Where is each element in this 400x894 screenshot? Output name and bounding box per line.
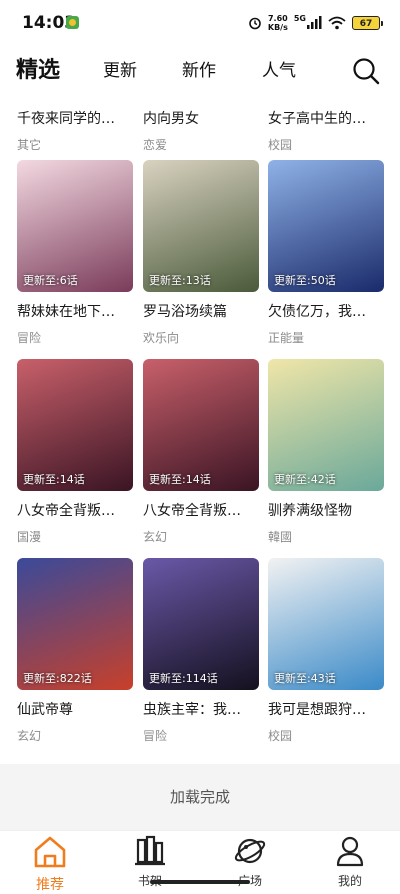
comic-cover[interactable]: 更新至:114话 (143, 558, 259, 690)
update-badge: 更新至:14话 (23, 473, 85, 486)
comic-card[interactable]: 更新至:42话驯养满级怪物 韓國 (268, 359, 384, 545)
comic-cover[interactable]: 更新至:42话 (268, 359, 384, 491)
alarm-icon (249, 17, 261, 30)
tab-featured[interactable]: 精选 (16, 50, 60, 92)
comic-title: 欠债亿万，我… (268, 304, 366, 320)
comic-card[interactable]: 更新至:114话虫族主宰：我… 冒险 (143, 558, 259, 744)
comic-genre: 校园 (268, 729, 293, 743)
comic-card[interactable]: 千夜来同学的… 其它 (17, 99, 133, 153)
comic-genre: 玄幻 (143, 530, 168, 544)
comic-card[interactable]: 内向男女 恋爱 (143, 99, 259, 153)
update-badge: 更新至:822话 (23, 672, 92, 685)
nav-profile[interactable]: 我的 (320, 835, 380, 889)
comic-card[interactable]: 更新至:14话八女帝全背叛… 国漫 (17, 359, 133, 545)
search-icon[interactable] (351, 56, 381, 86)
tab-updates[interactable]: 更新 (103, 50, 137, 92)
comic-genre: 玄幻 (17, 729, 42, 743)
comic-title: 仙武帝尊 (17, 702, 73, 718)
net-speed-value: 7.60 (267, 14, 288, 23)
home-indicator (150, 880, 250, 884)
comic-title: 千夜来同学的… (17, 111, 115, 127)
comic-genre: 正能量 (268, 331, 305, 345)
comic-cover[interactable]: 更新至:822话 (17, 558, 133, 690)
comic-genre: 冒险 (17, 331, 42, 345)
comic-cover[interactable]: 更新至:14话 (143, 359, 259, 491)
comic-title: 八女帝全背叛… (17, 503, 115, 519)
tab-popular[interactable]: 人气 (262, 50, 296, 92)
comic-title: 内向男女 (143, 111, 199, 127)
net-speed-unit: KB/s (267, 23, 288, 32)
comic-title: 虫族主宰：我… (143, 702, 241, 718)
update-badge: 更新至:14话 (149, 473, 211, 486)
update-badge: 更新至:114话 (149, 672, 218, 685)
cellular-signal-icon (307, 16, 322, 29)
network-type: 5G (293, 13, 306, 23)
load-complete-footer: 加载完成 (0, 764, 400, 830)
home-icon (34, 836, 66, 868)
comic-title: 驯养满级怪物 (268, 503, 352, 519)
comic-title: 女子高中生的… (268, 111, 366, 127)
net-speed: 7.60 KB/s (268, 14, 288, 32)
comic-genre: 其它 (17, 138, 42, 152)
comic-title: 我可是想跟狩… (268, 702, 366, 718)
tab-new[interactable]: 新作 (182, 50, 216, 92)
comic-cover[interactable]: 更新至:13话 (143, 160, 259, 292)
nav-label: 推荐 (36, 877, 64, 893)
comic-card[interactable]: 更新至:14话八女帝全背叛… 玄幻 (143, 359, 259, 545)
top-tab-bar: 精选 更新 新作 人气 (0, 50, 400, 92)
comic-title: 帮妹妹在地下… (17, 304, 115, 320)
update-badge: 更新至:42话 (274, 473, 336, 486)
wifi-icon (328, 16, 346, 30)
status-icons: 7.60 KB/s 5G 67 (248, 13, 383, 33)
update-badge: 更新至:43话 (274, 672, 336, 685)
comic-cover[interactable]: 更新至:14话 (17, 359, 133, 491)
comic-cover[interactable]: 更新至:6话 (17, 160, 133, 292)
comic-card[interactable]: 更新至:6话帮妹妹在地下… 冒险 (17, 160, 133, 346)
comic-card[interactable]: 女子高中生的… 校园 (268, 99, 384, 153)
comic-card[interactable]: 更新至:822话仙武帝尊玄幻 (17, 558, 133, 744)
comic-title: 八女帝全背叛… (143, 503, 241, 519)
update-badge: 更新至:50话 (274, 274, 336, 287)
comic-title: 罗马浴场续篇 (143, 304, 227, 320)
status-bar: 14:03 7.60 KB/s 5G 67 (0, 0, 400, 46)
comic-genre: 韓國 (268, 530, 293, 544)
nav-recommend[interactable]: 推荐 (20, 835, 80, 894)
comic-genre: 校园 (268, 138, 293, 152)
planet-icon (234, 838, 266, 864)
update-badge: 更新至:13话 (149, 274, 211, 287)
comic-genre: 欢乐向 (143, 331, 180, 345)
update-badge: 更新至:6话 (23, 274, 78, 287)
bookshelf-icon (135, 835, 165, 866)
comic-card[interactable]: 更新至:43话我可是想跟狩… 校园 (268, 558, 384, 744)
battery-indicator: 67 (352, 16, 383, 30)
comic-card[interactable]: 更新至:50话欠债亿万，我… 正能量 (268, 160, 384, 346)
comic-cover[interactable]: 更新至:43话 (268, 558, 384, 690)
comic-genre: 冒险 (143, 729, 168, 743)
comic-genre: 国漫 (17, 530, 42, 544)
comic-cover[interactable]: 更新至:50话 (268, 160, 384, 292)
app-notification-icon (66, 16, 79, 29)
comic-card[interactable]: 更新至:13话罗马浴场续篇 欢乐向 (143, 160, 259, 346)
nav-label: 我的 (337, 874, 362, 888)
comic-genre: 恋爱 (143, 138, 168, 152)
person-icon (336, 836, 364, 867)
